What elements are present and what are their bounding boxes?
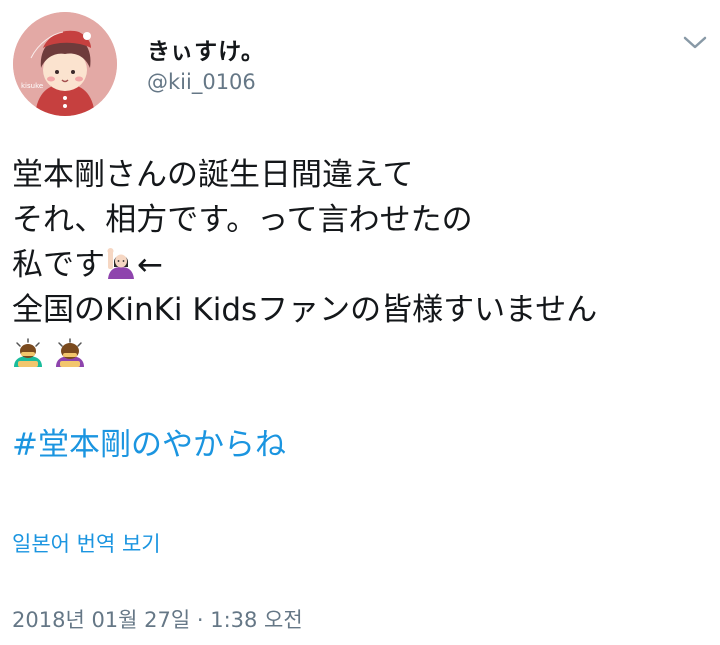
avatar-illustration: kisuke <box>13 12 117 116</box>
tweet-text: 堂本剛さんの誕生日間違えて それ、相方です。って言わせたの 私です ← 全国のK… <box>12 153 712 468</box>
hashtag-link[interactable]: #堂本剛のやからね <box>12 427 286 463</box>
woman-raising-hand-emoji <box>105 247 137 279</box>
tweet-line-text: 私です <box>12 247 105 283</box>
avatar[interactable]: kisuke <box>13 12 117 116</box>
chevron-down-icon[interactable] <box>680 32 710 54</box>
hashtag-line: #堂本剛のやからね <box>12 423 712 468</box>
display-name[interactable]: きぃすけ。 <box>147 32 265 66</box>
tweet-detail: kisuke きぃすけ。 @kii_0106 堂本剛さんの誕生日間違えて それ、… <box>0 0 720 645</box>
avatar-text: kisuke <box>21 82 43 90</box>
user-handle[interactable]: @kii_0106 <box>147 70 256 94</box>
emoji-line <box>12 333 712 378</box>
tweet-line: 私です ← <box>12 243 712 288</box>
timestamp: 2018년 01월 27일 · 1:38 오전 <box>12 608 303 632</box>
tweet-line: それ、相方です。って言わせたの <box>12 202 473 238</box>
woman-bowing-emoji <box>54 337 86 369</box>
tweet-line: 全国のKinKi Kidsファンの皆様すいません <box>12 292 598 328</box>
arrow-text: ← <box>137 247 163 283</box>
man-bowing-emoji <box>12 337 44 369</box>
tweet-line: 堂本剛さんの誕生日間違えて <box>12 157 414 193</box>
translate-link[interactable]: 일본어 번역 보기 <box>12 528 161 558</box>
